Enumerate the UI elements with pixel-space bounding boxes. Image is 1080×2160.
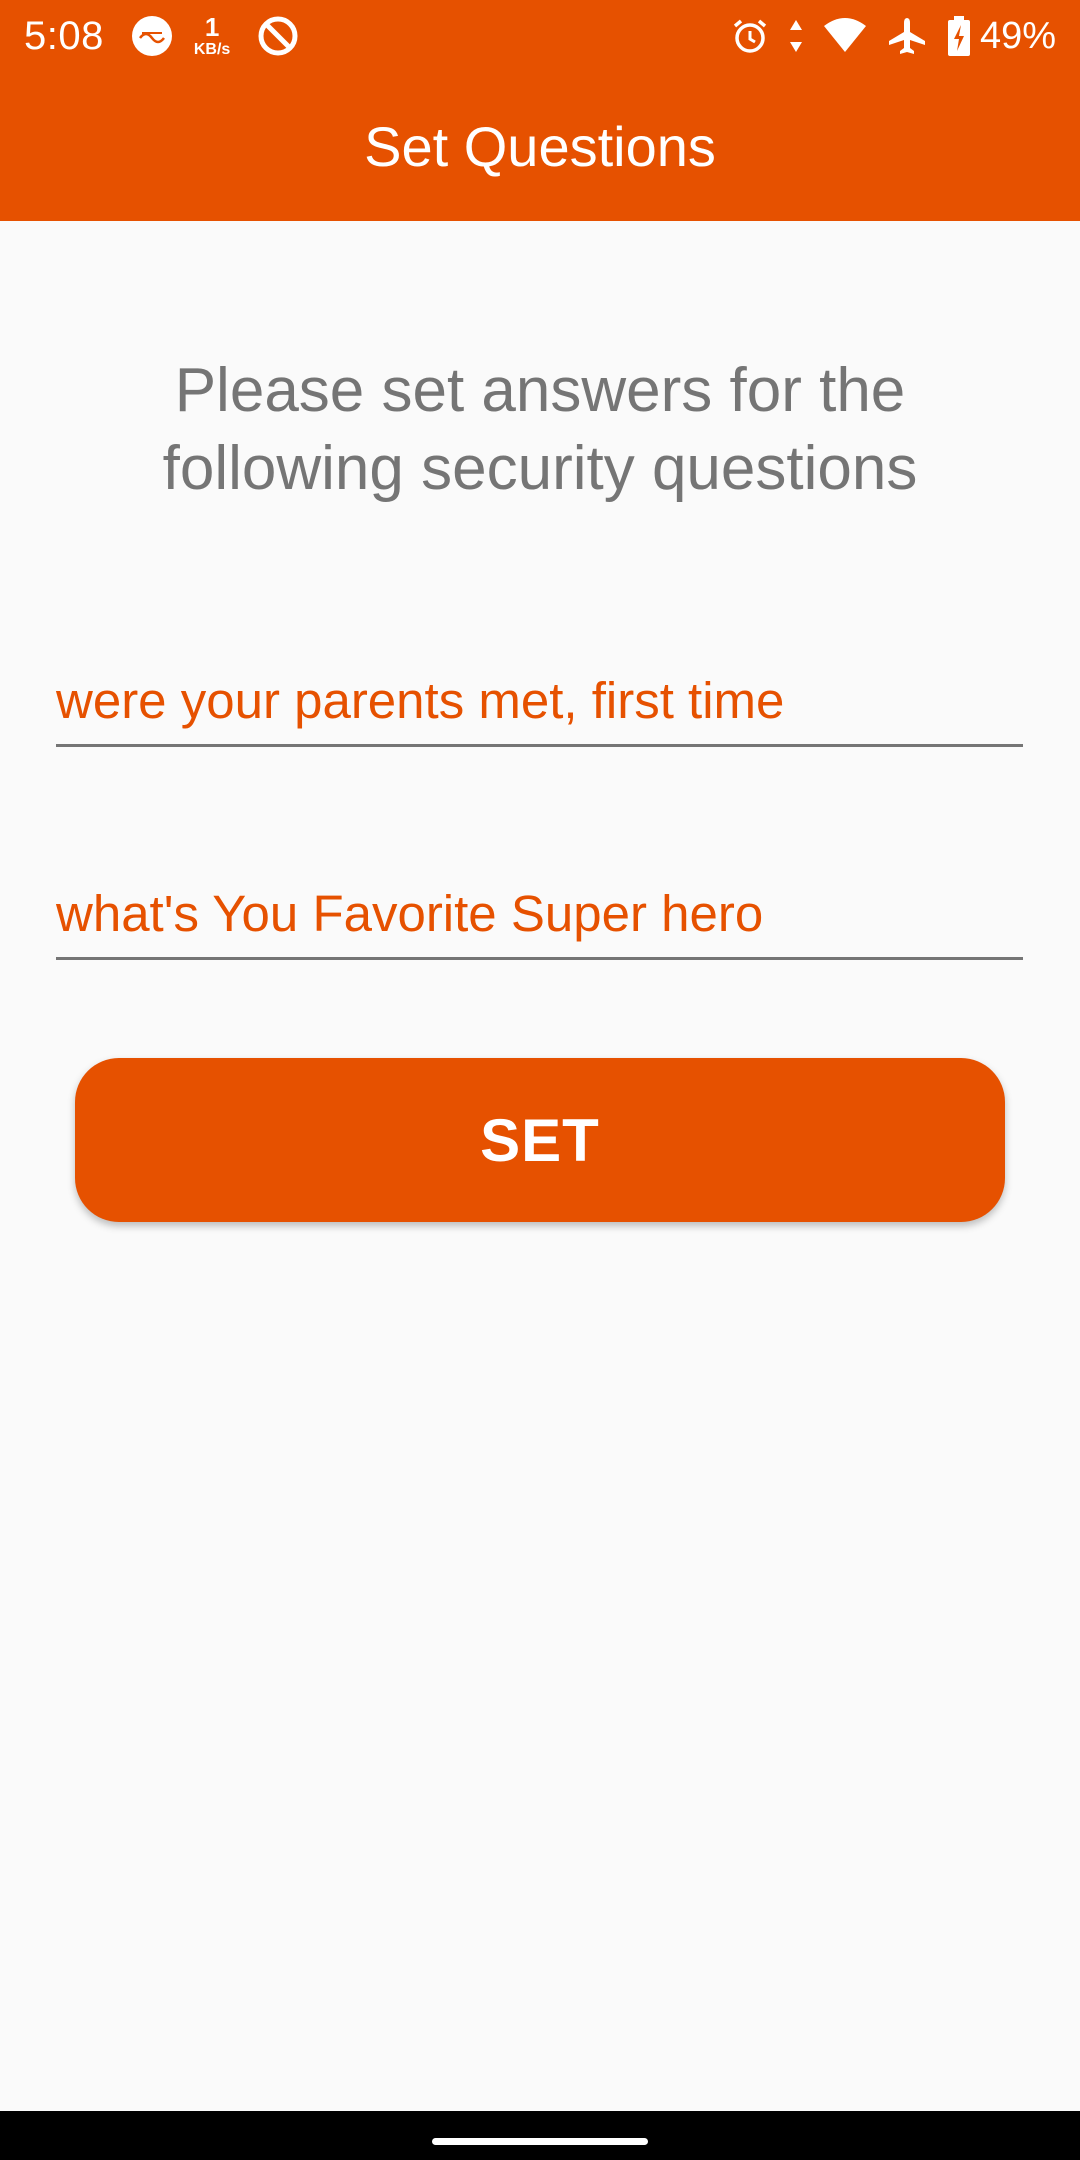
page-title: Set Questions [364, 115, 716, 178]
security-question-2-field[interactable]: what's You Favorite Super hero [56, 873, 1023, 960]
network-speed-indicator: 1 KB/s [194, 14, 230, 58]
status-bar-left: 5:08 1 KB/s [24, 0, 300, 72]
network-speed-value: 1 [204, 12, 220, 42]
security-question-2-text: what's You Favorite Super hero [56, 885, 764, 942]
battery-percentage: 49% [979, 14, 1056, 57]
security-question-1-text: were your parents met, first time [56, 672, 785, 729]
data-arrows-icon [788, 16, 804, 56]
battery-charging-icon [946, 15, 972, 57]
status-bar-right: 49% [712, 0, 1056, 72]
app-bar: Set Questions [0, 72, 1080, 221]
set-button[interactable]: SET [75, 1058, 1005, 1222]
instruction-text: Please set answers for the following sec… [162, 356, 918, 503]
network-speed-unit: KB/s [193, 41, 231, 58]
security-question-1-field[interactable]: were your parents met, first time [56, 660, 1023, 747]
airplane-icon [886, 15, 928, 57]
notification-icon [130, 14, 174, 58]
alarm-icon [730, 16, 770, 56]
home-gesture-handle[interactable] [432, 2138, 648, 2145]
wifi-icon [822, 16, 868, 56]
navigation-bar [0, 2111, 1080, 2160]
status-time: 5:08 [24, 13, 104, 58]
status-bar: 5:08 1 KB/s 49% [0, 0, 1080, 72]
vpn-icon [256, 14, 300, 58]
